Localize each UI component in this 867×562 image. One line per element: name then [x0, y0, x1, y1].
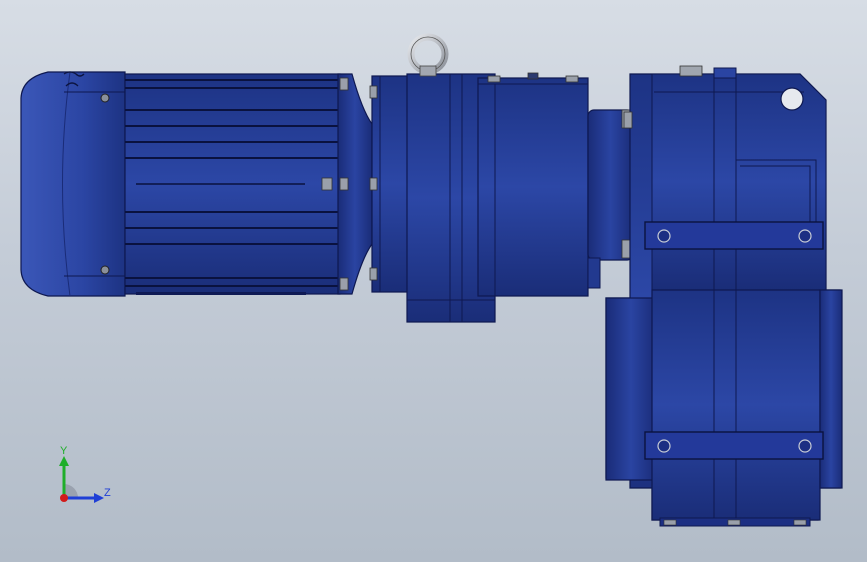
fan-cover-screw-bottom	[100, 265, 110, 275]
y-axis-label: Y	[60, 445, 68, 457]
breather-plug	[679, 65, 703, 77]
intermediate-shaft[interactable]	[587, 109, 634, 289]
clamp-band-upper[interactable]	[644, 221, 824, 250]
gear-stage-1[interactable]	[406, 72, 589, 323]
stage1-top-bolt	[487, 75, 501, 83]
gearmotor-model[interactable]	[0, 0, 867, 562]
flange-bolt	[339, 277, 349, 291]
lifting-eye-bolt[interactable]	[407, 33, 449, 77]
z-axis-label: Z	[104, 487, 111, 499]
x-axis-origin	[60, 494, 68, 502]
housing-bolt	[623, 111, 633, 129]
flange-bolt	[339, 77, 349, 91]
fan-cover[interactable]	[20, 71, 126, 297]
body-bolt	[321, 177, 333, 191]
motor-body[interactable]	[124, 73, 341, 295]
stage1-top-bolt	[527, 72, 539, 80]
fan-cover-screw-top	[100, 93, 110, 103]
y-axis-arrow	[59, 456, 69, 466]
adapter-bolt	[369, 177, 378, 191]
adapter-bolt	[369, 267, 378, 281]
lifting-hole	[780, 87, 804, 111]
axis-triad[interactable]: Y Z	[50, 440, 120, 510]
z-axis-arrow	[94, 493, 104, 503]
shaft-bolt	[621, 239, 631, 259]
adapter-housing[interactable]	[369, 75, 409, 293]
graphics-viewport[interactable]: Y Z	[0, 0, 867, 562]
clamp-band-lower[interactable]	[644, 431, 824, 460]
stage1-top-bolt	[565, 75, 579, 83]
adapter-bolt	[369, 85, 378, 99]
housing-feet	[659, 517, 811, 527]
flange-bolt	[339, 177, 349, 191]
